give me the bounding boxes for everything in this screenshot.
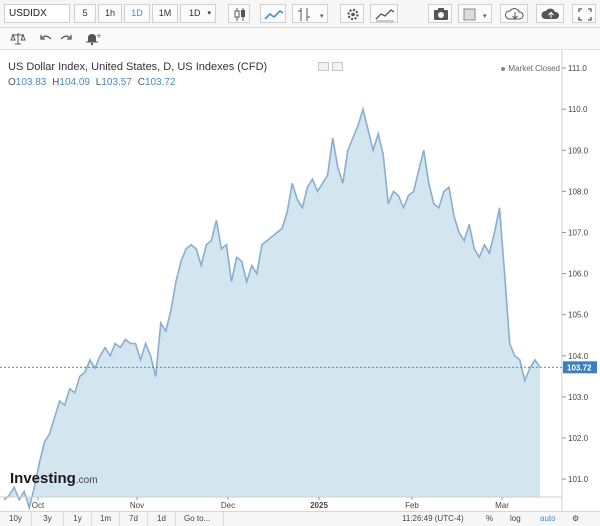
close-value: 103.72 (144, 77, 176, 88)
y-tick-label: 105.0 (568, 311, 589, 320)
interval-dropdown-label: 1D (189, 8, 201, 18)
high-value: 104.09 (59, 77, 90, 88)
fullscreen-icon[interactable] (572, 4, 596, 23)
market-status-label: Market Closed (508, 64, 560, 73)
x-tick-label: 2025 (310, 501, 328, 510)
interval-1d-button[interactable]: 1D (124, 4, 150, 23)
x-tick-label: Dec (221, 501, 235, 510)
scale-icon[interactable] (8, 30, 28, 47)
settings-icon[interactable] (340, 4, 364, 23)
y-tick-label: 106.0 (568, 270, 589, 279)
redo-icon[interactable] (56, 30, 76, 47)
logo-suffix: .com (75, 475, 98, 486)
camera-icon[interactable] (428, 4, 452, 23)
y-tick-label: 110.0 (568, 105, 588, 114)
line-chart-icon[interactable] (260, 4, 286, 23)
y-tick-label: 102.0 (568, 434, 589, 443)
color-box-icon[interactable]: ▾ (458, 4, 492, 23)
x-tick-label: Nov (130, 501, 144, 510)
y-tick-label: 101.0 (568, 475, 589, 484)
interval-1h-button[interactable]: 1h (98, 4, 122, 23)
indicators-icon[interactable]: ▾ (292, 4, 328, 23)
cloud-download-icon[interactable] (500, 4, 528, 23)
y-tick-label: 103.0 (568, 393, 589, 402)
compare-icon[interactable] (370, 4, 398, 23)
gear-icon[interactable]: ⚙ (572, 512, 579, 526)
area-fill (4, 109, 540, 508)
interval-1m-button[interactable]: 1M (152, 4, 178, 23)
close-label: C (137, 77, 145, 88)
range-1d-button[interactable]: 1d (148, 512, 176, 526)
top-toolbar: USDIDX 5 1h 1D 1M 1D ▾ ▾ ▾ (0, 0, 600, 28)
close-box-icon[interactable] (332, 62, 343, 71)
status-dot-icon (501, 66, 506, 71)
range-10y-button[interactable]: 10y (0, 512, 32, 526)
low-value: 103.57 (101, 77, 132, 88)
market-status: Market Closed (501, 64, 560, 73)
interval-5-button[interactable]: 5 (74, 4, 96, 23)
chart-title: US Dollar Index, United States, D, US In… (8, 61, 268, 73)
range-3y-button[interactable]: 3y (32, 512, 64, 526)
y-tick-label: 104.0 (568, 352, 589, 361)
svg-text:▾: ▾ (320, 12, 324, 20)
investing-logo: Investing.com (10, 470, 98, 487)
logo-brand: Investing (10, 470, 76, 487)
last-price-label: 103.72 (567, 363, 592, 372)
percent-toggle[interactable]: % (486, 512, 493, 526)
x-tick-label: Oct (32, 501, 45, 510)
x-tick-label: Feb (405, 501, 419, 510)
clock-readout: 11:26:49 (UTC-4) (402, 514, 464, 523)
range-7d-button[interactable]: 7d (120, 512, 148, 526)
open-value: 103.83 (15, 77, 47, 88)
svg-text:+: + (96, 32, 102, 40)
drawing-toolbar: + (0, 28, 600, 50)
settings-box-icon[interactable] (318, 62, 329, 71)
symbol-search-input[interactable]: USDIDX (4, 4, 70, 23)
y-tick-label: 107.0 (568, 229, 589, 238)
undo-icon[interactable] (36, 30, 56, 47)
y-tick-label: 109.0 (568, 146, 589, 155)
bottom-bar: 10y 3y 1y 1m 7d 1d Go to... 11:26:49 (UT… (0, 511, 600, 526)
ohlc-readout: O103.83 H104.09 L103.57 C103.72 (8, 77, 179, 88)
candlestick-icon[interactable] (228, 4, 250, 23)
price-chart[interactable]: 100.0101.0102.0103.0104.0105.0106.0107.0… (0, 50, 600, 511)
svg-text:▾: ▾ (483, 12, 487, 20)
y-tick-label: 108.0 (568, 187, 589, 196)
y-tick-label: 111.0 (568, 64, 587, 73)
log-toggle[interactable]: log (510, 512, 521, 526)
range-1m-button[interactable]: 1m (92, 512, 120, 526)
auto-toggle[interactable]: auto (540, 512, 556, 526)
alert-bell-icon[interactable]: + (82, 30, 102, 47)
chevron-down-icon: ▾ (207, 10, 211, 17)
x-tick-label: Mar (495, 501, 509, 510)
range-1y-button[interactable]: 1y (64, 512, 92, 526)
cloud-upload-icon[interactable] (536, 4, 564, 23)
goto-button[interactable]: Go to... (176, 512, 224, 526)
interval-dropdown[interactable]: 1D ▾ (180, 4, 216, 23)
open-label: O (8, 77, 16, 88)
